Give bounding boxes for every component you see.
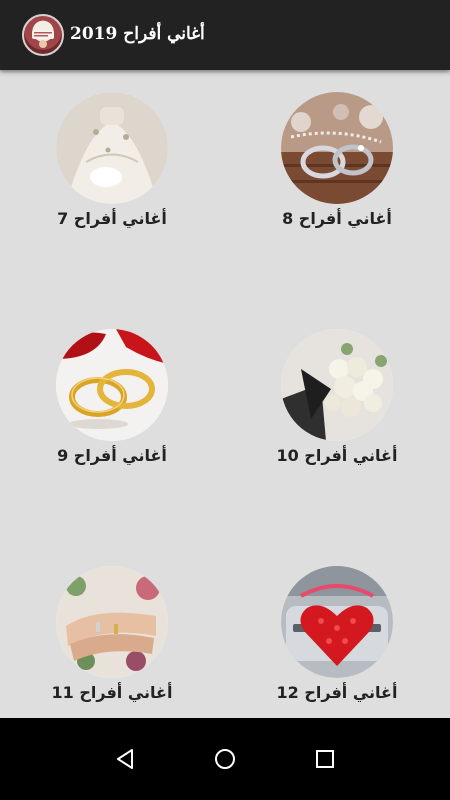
- white-rose-bouquet-image: [281, 329, 393, 441]
- grid-item-label: أغاني أفراح 8: [282, 209, 392, 228]
- grid-item-label: أغاني أفراح 12: [276, 683, 398, 702]
- hands-with-rings-image: [56, 566, 168, 678]
- grid-item-7[interactable]: أغاني أفراح 7: [32, 92, 192, 230]
- songs-grid: أغاني أفراح 8 أغاني أفراح 7 أغاني أفراح …: [0, 70, 450, 718]
- app-logo-icon: [22, 14, 64, 56]
- app-title: أغاني أفراح 2019: [70, 24, 205, 44]
- grid-item-8[interactable]: أغاني أفراح 8: [257, 92, 417, 230]
- back-icon[interactable]: [110, 744, 140, 774]
- grid-item-label: أغاني أفراح 11: [51, 683, 173, 702]
- grid-item-10[interactable]: أغاني أفراح 10: [257, 329, 417, 467]
- wedding-rings-image: [281, 92, 393, 204]
- grid-item-label: أغاني أفراح 7: [57, 209, 167, 228]
- grid-item-label: أغاني أفراح 9: [57, 446, 167, 465]
- grid-item-12[interactable]: أغاني أفراح 12: [257, 566, 417, 704]
- grid-item-label: أغاني أفراح 10: [276, 446, 398, 465]
- red-heart-car-image: [281, 566, 393, 678]
- gold-rings-image: [56, 329, 168, 441]
- app-bar: أغاني أفراح 2019: [0, 0, 450, 70]
- recents-icon[interactable]: [310, 744, 340, 774]
- grid-item-9[interactable]: أغاني أفراح 9: [32, 329, 192, 467]
- bride-gloves-image: [56, 92, 168, 204]
- home-icon[interactable]: [210, 744, 240, 774]
- grid-item-11[interactable]: أغاني أفراح 11: [32, 566, 192, 704]
- system-nav-bar: [0, 718, 450, 800]
